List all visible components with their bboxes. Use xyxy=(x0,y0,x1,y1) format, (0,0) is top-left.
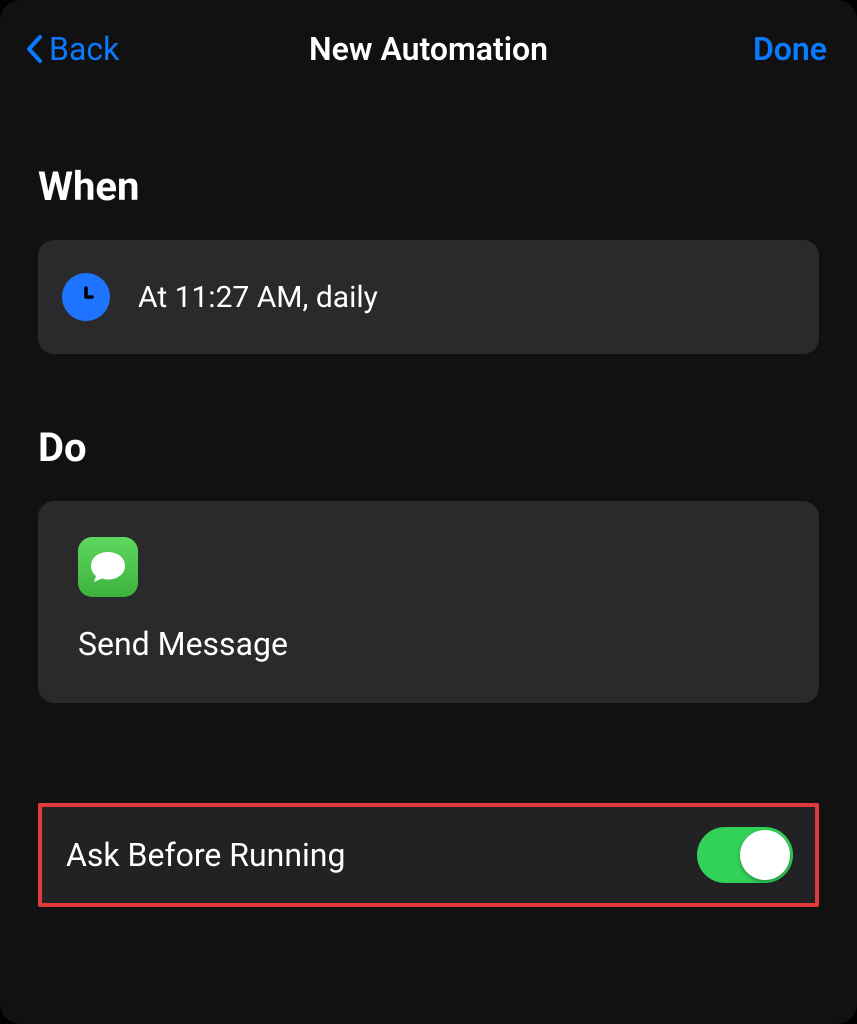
navigation-header: Back New Automation Done xyxy=(0,0,857,88)
do-action-label: Send Message xyxy=(78,625,288,663)
ask-before-running-toggle[interactable] xyxy=(697,827,793,883)
when-condition-text: At 11:27 AM, daily xyxy=(138,280,378,315)
ask-before-running-label: Ask Before Running xyxy=(66,836,345,874)
settings-section: Ask Before Running xyxy=(0,803,857,907)
toggle-knob xyxy=(740,830,790,880)
ask-before-running-row: Ask Before Running xyxy=(38,803,819,907)
messages-app-icon xyxy=(78,537,138,597)
done-button[interactable]: Done xyxy=(753,30,827,68)
page-title: New Automation xyxy=(309,30,548,68)
back-label: Back xyxy=(49,30,119,68)
back-button[interactable]: Back xyxy=(25,30,119,68)
when-section: When At 11:27 AM, daily xyxy=(0,163,857,354)
when-condition-card[interactable]: At 11:27 AM, daily xyxy=(38,240,819,354)
when-section-title: When xyxy=(38,163,819,210)
do-action-card[interactable]: Send Message xyxy=(38,501,819,703)
do-section: Do Send Message xyxy=(0,424,857,703)
clock-icon xyxy=(62,273,110,321)
do-section-title: Do xyxy=(38,424,819,471)
chevron-left-icon xyxy=(25,34,43,64)
automation-screen: Back New Automation Done When At 11:27 A… xyxy=(0,0,857,1024)
